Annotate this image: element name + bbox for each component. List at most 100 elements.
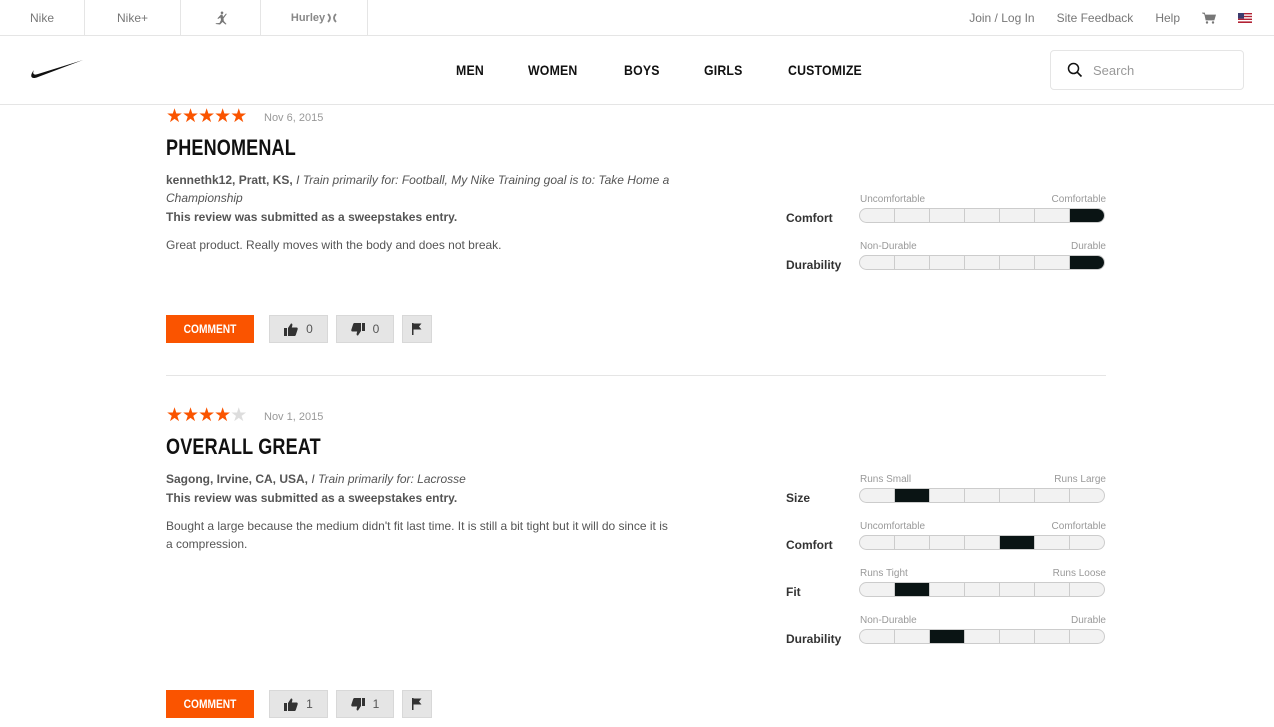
- review-body: Bought a large because the medium didn't…: [166, 519, 668, 551]
- meter-marker: [1070, 256, 1104, 269]
- meter-high-label: Runs Loose: [1052, 568, 1106, 579]
- thumbs-up-icon: [284, 698, 298, 711]
- meter-segment: [860, 489, 895, 502]
- meter-segment: [1035, 209, 1070, 222]
- review-actions: COMMENT 1 1: [166, 690, 432, 718]
- meter-durability: Durability Non-Durable Durable: [786, 615, 1106, 662]
- nav-boys[interactable]: BOYS: [624, 62, 660, 78]
- meter-segment: [860, 536, 895, 549]
- meter-marker: [1070, 209, 1104, 222]
- thumbs-down-icon: [350, 697, 365, 710]
- meter-low-label: Uncomfortable: [860, 194, 926, 205]
- review-author-name: Sagong, Irvine, CA, USA,: [166, 472, 309, 486]
- star-filled-icon: ★: [182, 405, 200, 426]
- brand-tab-nike-plus[interactable]: Nike+: [85, 0, 181, 35]
- meter-low-label: Non-Durable: [860, 241, 917, 252]
- meter-track: [859, 208, 1105, 223]
- meter-label: Fit: [786, 585, 801, 599]
- meter-high-label: Durable: [1070, 615, 1106, 626]
- comment-button[interactable]: COMMENT: [166, 315, 254, 343]
- meter-segment: [1035, 256, 1070, 269]
- site-feedback-link[interactable]: Site Feedback: [1057, 11, 1134, 25]
- nav-customize[interactable]: CUSTOMIZE: [788, 62, 862, 78]
- brand-tab-jordan[interactable]: [181, 0, 261, 35]
- star-filled-icon: ★: [214, 405, 232, 426]
- meter-segment: [860, 256, 895, 269]
- search-box[interactable]: [1050, 50, 1244, 90]
- report-button[interactable]: [402, 690, 432, 718]
- meter-segment: [930, 583, 965, 596]
- meter-comfort: Comfort Uncomfortable Comfortable: [786, 521, 1106, 568]
- brand-tab-hurley[interactable]: Hurley: [261, 0, 368, 35]
- hurley-logo-text: Hurley: [290, 11, 326, 24]
- review-card: ★ ★ ★ ★ ★ Nov 6, 2015 PHENOMENAL kennethk12,…: [166, 107, 1106, 347]
- meter-low-label: Runs Small: [860, 474, 912, 485]
- nike-swoosh-logo[interactable]: [28, 58, 84, 80]
- nav-men[interactable]: MEN: [456, 62, 484, 78]
- join-login-link[interactable]: Join / Log In: [969, 11, 1034, 25]
- unhelpful-button[interactable]: 0: [336, 315, 394, 343]
- brand-tab-nike[interactable]: Nike: [0, 0, 85, 35]
- meter-segment: [1070, 583, 1104, 596]
- meter-label: Durability: [786, 632, 842, 646]
- meter-segment: [1000, 489, 1035, 502]
- comment-button[interactable]: COMMENT: [166, 690, 254, 718]
- help-link[interactable]: Help: [1155, 11, 1180, 25]
- meter-high-label: Durable: [1070, 241, 1106, 252]
- us-flag-icon[interactable]: [1238, 12, 1252, 23]
- helpful-button[interactable]: 0: [269, 315, 328, 343]
- helpful-button[interactable]: 1: [269, 690, 328, 718]
- meter-high-label: Comfortable: [1051, 194, 1106, 205]
- meter-track: [859, 255, 1105, 270]
- meter-segment: [965, 209, 1000, 222]
- review-body: Great product. Really moves with the bod…: [166, 238, 502, 252]
- unhelpful-count: 0: [372, 322, 380, 336]
- star-filled-icon: ★: [198, 106, 216, 127]
- review-date: Nov 6, 2015: [264, 112, 324, 124]
- review-meters: Size Runs Small Runs Large Comfort Uncomfort…: [786, 474, 1106, 662]
- report-button[interactable]: [402, 315, 432, 343]
- search-input[interactable]: [1093, 62, 1233, 78]
- meter-segment: [1000, 256, 1035, 269]
- meter-segment: [860, 583, 895, 596]
- meter-track: [859, 582, 1105, 597]
- review-actions: COMMENT 0 0: [166, 315, 432, 343]
- review-title: OVERALL GREAT: [166, 434, 321, 459]
- nav-girls[interactable]: GIRLS: [704, 62, 743, 78]
- flag-icon: [412, 323, 422, 335]
- meter-label: Comfort: [786, 538, 833, 552]
- meter-track: [859, 629, 1105, 644]
- meter-segment: [860, 209, 895, 222]
- meter-low-label: Runs Tight: [860, 568, 908, 579]
- cart-icon[interactable]: [1202, 12, 1216, 24]
- meter-segment: [965, 583, 1000, 596]
- meter-segment: [1035, 583, 1070, 596]
- meter-segment: [1000, 630, 1035, 643]
- comment-button-label: COMMENT: [183, 697, 237, 711]
- unhelpful-button[interactable]: 1: [336, 690, 394, 718]
- meter-segment: [965, 536, 1000, 549]
- helpful-count: 0: [306, 322, 313, 336]
- meter-segment: [895, 536, 930, 549]
- meter-marker: [930, 630, 965, 643]
- star-filled-icon: ★: [198, 405, 216, 426]
- review-author: Sagong, Irvine, CA, USA, I Train primari…: [166, 470, 676, 488]
- sweepstakes-note: This review was submitted as a sweepstak…: [166, 210, 458, 224]
- meter-segment: [895, 630, 930, 643]
- thumbs-up-icon: [284, 323, 298, 336]
- star-rating: ★ ★ ★ ★ ★: [166, 405, 247, 426]
- meter-segment: [930, 209, 965, 222]
- meter-fit: Fit Runs Tight Runs Loose: [786, 568, 1106, 615]
- meter-segment: [930, 536, 965, 549]
- meter-segment: [1000, 583, 1035, 596]
- review-date: Nov 1, 2015: [264, 411, 324, 423]
- nav-women[interactable]: WOMEN: [528, 62, 577, 78]
- meter-marker: [895, 583, 930, 596]
- meter-label: Comfort: [786, 211, 833, 225]
- meter-marker: [895, 489, 930, 502]
- star-filled-icon: ★: [166, 405, 184, 426]
- meter-segment: [895, 256, 930, 269]
- meter-segment: [1070, 630, 1104, 643]
- star-rating: ★ ★ ★ ★ ★: [166, 106, 247, 127]
- star-filled-icon: ★: [214, 106, 232, 127]
